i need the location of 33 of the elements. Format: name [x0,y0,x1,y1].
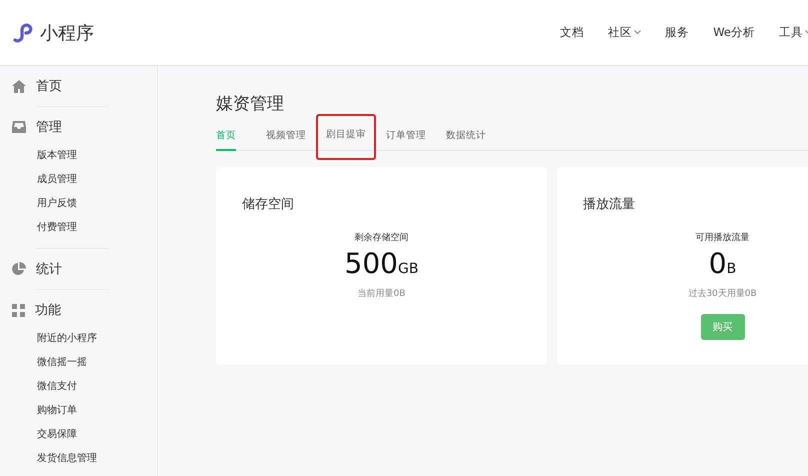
sidebar-item[interactable]: 发货信息管理 [0,447,157,471]
sidebar-item[interactable]: 附近的小程序 [0,327,157,351]
card-title: 储存空间 [242,196,295,213]
sidebar-section[interactable]: 首页 [36,77,62,95]
card-title: 播放流量 [583,196,636,213]
sidebar-item[interactable]: 用户反馈 [0,192,157,216]
stat-caption: 可用播放流量 [696,232,750,244]
nav-link[interactable]: 服务 [653,25,702,40]
stat-note: 过去30天用量0B [688,288,757,300]
sidebar-item[interactable]: 微信摇一摇 [0,351,157,375]
stat-note: 当前用量0B [358,288,406,300]
logo-text: 小程序 [40,22,94,44]
nav-link[interactable]: 文档 [548,25,596,40]
sidebar-item[interactable]: 微信支付 [0,375,157,399]
sidebar-section[interactable]: 管理 [36,118,62,136]
tab[interactable]: 视频管理 [256,129,316,151]
sidebar-section[interactable]: 功能 [35,301,61,319]
page-title: 媒资管理 [216,93,285,115]
nav-link[interactable]: 工具 [767,25,808,40]
sidebar-item[interactable]: 版本管理 [0,144,157,168]
stat-caption: 剩余存储空间 [354,232,408,244]
sidebar-section[interactable]: 统计 [36,260,62,278]
sidebar-item[interactable]: 成员管理 [0,168,157,192]
nav-link[interactable]: We分析 [701,25,767,40]
tab[interactable]: 剧目提审 [326,128,366,141]
sidebar-item[interactable]: 付费管理 [0,216,157,240]
sidebar-item[interactable]: 购物订单 [0,399,157,423]
tab[interactable]: 订单管理 [376,129,436,151]
nav-link[interactable]: 社区 [596,25,654,40]
sidebar-item[interactable]: 交易保障 [0,423,157,447]
tab[interactable]: 数据统计 [436,129,496,151]
stat-value: 0 B [708,248,736,282]
stat-value: 500GB [344,248,418,282]
